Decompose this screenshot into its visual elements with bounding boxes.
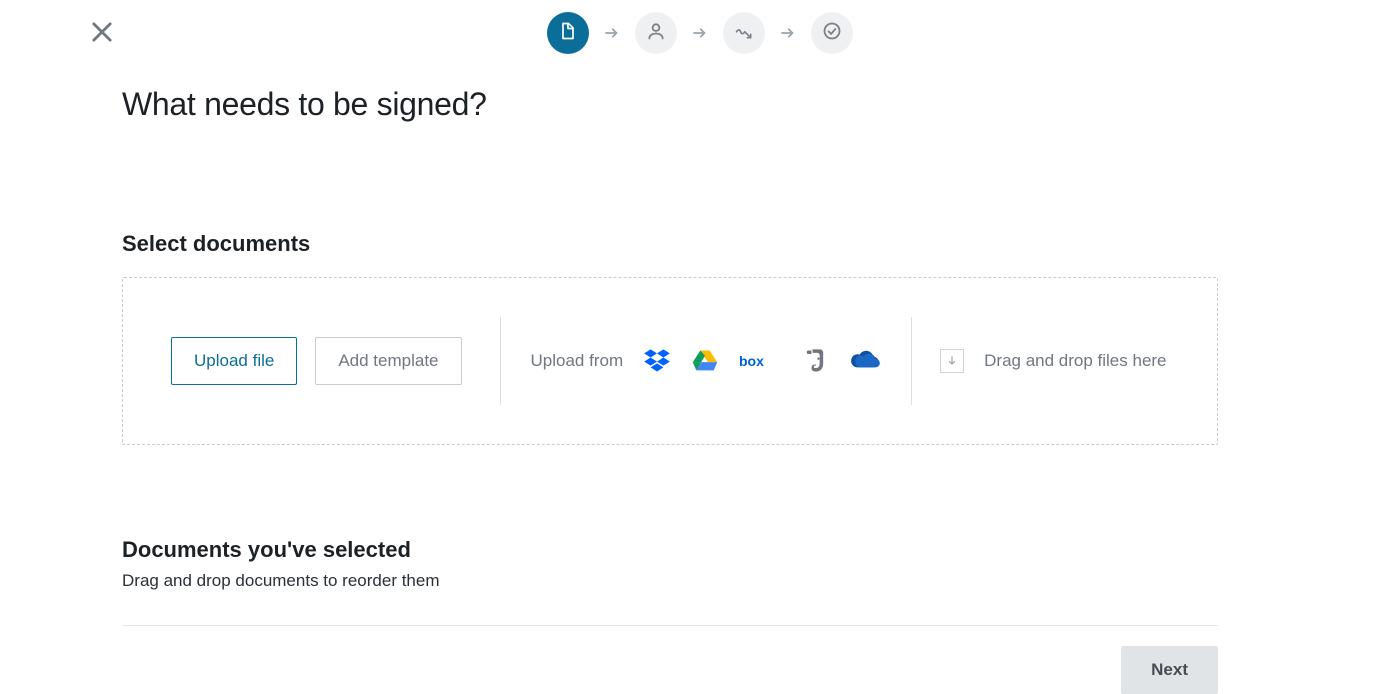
step-place-fields[interactable] bbox=[723, 12, 765, 54]
google-drive-icon[interactable] bbox=[691, 347, 719, 375]
selected-documents-title: Documents you've selected bbox=[122, 537, 1218, 563]
drag-drop-section[interactable]: Drag and drop files here bbox=[912, 317, 1217, 405]
upload-buttons-section: Upload file Add template bbox=[123, 317, 500, 405]
dropbox-icon[interactable] bbox=[643, 347, 671, 375]
page-title: What needs to be signed? bbox=[122, 86, 1218, 123]
step-review[interactable] bbox=[811, 12, 853, 54]
chevron-right-icon bbox=[603, 24, 621, 42]
evernote-icon[interactable] bbox=[801, 347, 829, 375]
download-arrow-icon bbox=[940, 349, 964, 373]
progress-stepper bbox=[0, 0, 1400, 54]
upload-panel: Upload file Add template Upload from box bbox=[122, 277, 1218, 445]
upload-providers-section: Upload from box bbox=[500, 317, 913, 405]
check-circle-icon bbox=[822, 21, 842, 46]
divider bbox=[122, 625, 1218, 626]
add-template-button[interactable]: Add template bbox=[315, 337, 461, 385]
selected-documents-subtitle: Drag and drop documents to reorder them bbox=[122, 571, 1218, 591]
footer: Next bbox=[122, 646, 1218, 694]
user-icon bbox=[646, 21, 666, 46]
close-icon[interactable] bbox=[88, 18, 116, 46]
select-documents-label: Select documents bbox=[122, 231, 1218, 257]
next-button[interactable]: Next bbox=[1121, 646, 1218, 694]
document-icon bbox=[558, 21, 578, 46]
step-recipients[interactable] bbox=[635, 12, 677, 54]
drag-drop-label: Drag and drop files here bbox=[984, 351, 1166, 371]
svg-text:box: box bbox=[739, 353, 764, 369]
onedrive-icon[interactable] bbox=[849, 347, 883, 375]
signature-cursor-icon bbox=[734, 21, 754, 46]
box-icon[interactable]: box bbox=[739, 347, 781, 375]
upload-file-button[interactable]: Upload file bbox=[171, 337, 297, 385]
chevron-right-icon bbox=[779, 24, 797, 42]
step-document[interactable] bbox=[547, 12, 589, 54]
chevron-right-icon bbox=[691, 24, 709, 42]
upload-from-label: Upload from bbox=[531, 351, 624, 371]
